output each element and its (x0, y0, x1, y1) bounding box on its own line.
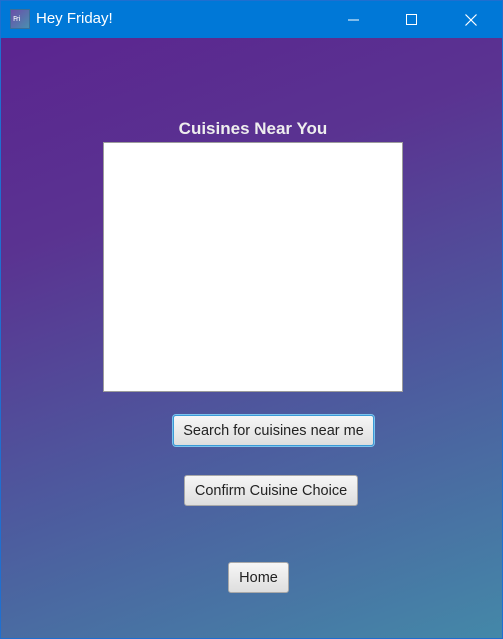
app-icon-text: Fri (13, 15, 20, 23)
search-cuisines-button[interactable]: Search for cuisines near me (173, 415, 374, 446)
maximize-icon (406, 13, 417, 25)
title-bar[interactable]: Fri Hey Friday! (1, 1, 502, 38)
page-title: Cuisines Near You (178, 119, 328, 138)
minimize-button[interactable] (331, 1, 377, 38)
app-icon: Fri (10, 9, 30, 29)
minimize-icon (348, 19, 359, 20)
close-button[interactable] (448, 1, 494, 38)
cuisine-list[interactable] (103, 142, 403, 392)
app-window: Fri Hey Friday! Cuisines Near You Search… (0, 0, 503, 639)
confirm-cuisine-button[interactable]: Confirm Cuisine Choice (184, 475, 358, 506)
home-button[interactable]: Home (228, 562, 289, 593)
window-title: Hey Friday! (36, 10, 113, 27)
close-icon (465, 13, 477, 26)
main-content: Cuisines Near You Search for cuisines ne… (1, 38, 502, 638)
maximize-button[interactable] (389, 1, 435, 38)
